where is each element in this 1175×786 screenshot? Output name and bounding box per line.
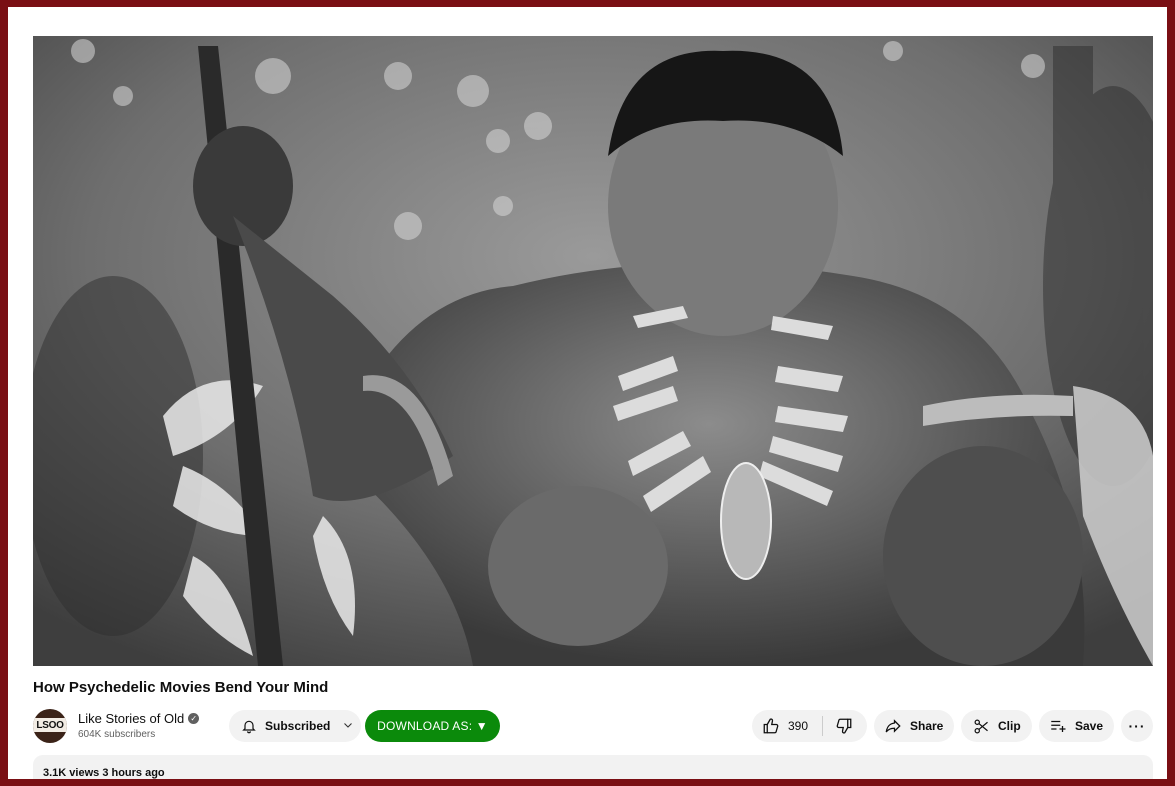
- subscribed-button[interactable]: Subscribed: [229, 710, 361, 742]
- video-player[interactable]: [33, 36, 1153, 666]
- share-label: Share: [910, 719, 944, 733]
- verified-check-icon: ✓: [188, 713, 200, 724]
- video-title: How Psychedelic Movies Bend Your Mind: [33, 679, 329, 696]
- description-box[interactable]: 3.1K views 3 hours ago: [33, 755, 1153, 779]
- avatar-text: LSOO: [36, 719, 64, 731]
- channel-name[interactable]: Like Stories of Old: [78, 711, 184, 726]
- download-as-button[interactable]: DOWNLOAD AS: ▼: [365, 710, 500, 742]
- page: How Psychedelic Movies Bend Your Mind LS…: [8, 7, 1167, 779]
- save-label: Save: [1075, 719, 1104, 733]
- like-dislike-group: 390: [752, 710, 867, 742]
- channel-info: Like Stories of Old ✓ 604K subscribers: [78, 711, 200, 740]
- like-count: 390: [788, 719, 809, 733]
- channel-name-row: Like Stories of Old ✓: [78, 711, 200, 726]
- view-count-and-date: 3.1K views 3 hours ago: [43, 767, 165, 779]
- playlist-add-icon: [1049, 717, 1067, 735]
- more-actions-button[interactable]: ···: [1121, 710, 1153, 742]
- thumbs-down-icon[interactable]: [835, 717, 853, 735]
- scissors-icon: [973, 718, 990, 735]
- video-actions-row: LSOO Like Stories of Old ✓ 604K subscrib…: [33, 707, 1153, 745]
- channel-avatar[interactable]: LSOO: [33, 709, 67, 743]
- like-divider: [822, 716, 824, 736]
- bell-icon: [241, 718, 257, 734]
- share-button[interactable]: Share: [874, 710, 954, 742]
- save-button[interactable]: Save: [1039, 710, 1114, 742]
- subscribed-label: Subscribed: [265, 719, 331, 733]
- clip-button[interactable]: Clip: [961, 710, 1032, 742]
- clip-label: Clip: [998, 719, 1021, 733]
- video-thumbnail-image: [33, 36, 1153, 666]
- share-arrow-icon: [884, 717, 902, 735]
- subscriber-count: 604K subscribers: [78, 729, 156, 740]
- thumbs-up-icon[interactable]: [762, 717, 780, 735]
- chevron-down-icon: [342, 719, 354, 734]
